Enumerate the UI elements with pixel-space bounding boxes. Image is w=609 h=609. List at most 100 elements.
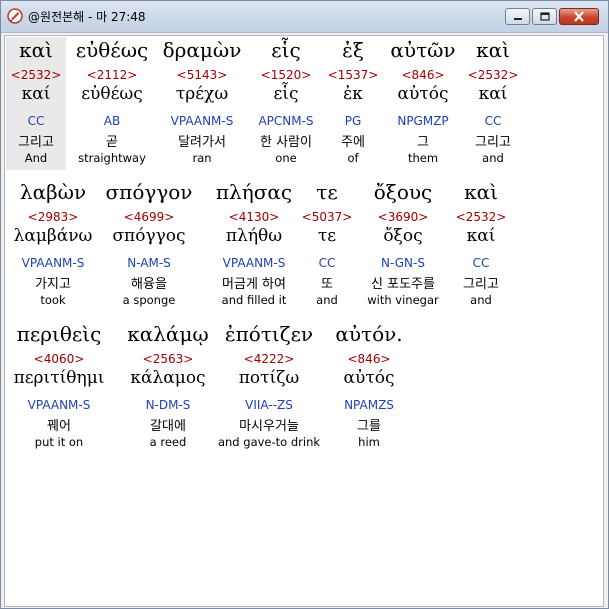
- korean-gloss: 해융을: [131, 277, 167, 292]
- korean-gloss: 꿰어: [47, 419, 71, 434]
- strong-number[interactable]: <4699>: [124, 210, 175, 224]
- morph-code: N-DM-S: [145, 398, 191, 412]
- strong-number[interactable]: <1520>: [261, 68, 312, 82]
- lemma-word: αὐτός: [397, 84, 449, 104]
- strong-number[interactable]: <2563>: [143, 352, 194, 366]
- lemma-word: πλήθω: [225, 226, 283, 246]
- korean-gloss: 머금게 하여: [222, 277, 286, 292]
- korean-gloss: 달려가서: [178, 135, 226, 150]
- korean-gloss: 그리고: [475, 135, 511, 150]
- morph-code: NPGMZP: [397, 114, 449, 128]
- lemma-word: ποτίζω: [238, 368, 300, 388]
- morph-code: AB: [103, 114, 121, 128]
- greek-word: δραμὼν: [162, 38, 242, 62]
- korean-gloss: 주에: [341, 135, 365, 150]
- korean-gloss: 그리고: [463, 277, 499, 292]
- minimize-icon: [513, 17, 522, 20]
- morph-code: CC: [318, 256, 336, 270]
- english-gloss: one: [275, 151, 297, 165]
- lemma-word: τρέχω: [175, 84, 229, 104]
- app-window: @원전본해 - 마 27:48 καὶ <2532> καί CC 그리고 And εὐθέ…: [0, 0, 609, 609]
- english-gloss: a sponge: [122, 293, 176, 307]
- strong-number[interactable]: <5037>: [302, 210, 353, 224]
- english-gloss: them: [407, 151, 439, 165]
- strong-number[interactable]: <2532>: [11, 68, 62, 82]
- strong-number[interactable]: <4130>: [229, 210, 280, 224]
- maximize-button[interactable]: [532, 8, 557, 25]
- lemma-word: εἷς: [273, 84, 299, 104]
- strong-number[interactable]: <846>: [347, 352, 390, 366]
- korean-gloss: 갈대에: [150, 419, 186, 434]
- korean-gloss: 또: [321, 277, 333, 292]
- strong-number[interactable]: <2532>: [468, 68, 519, 82]
- lemma-word: καί: [478, 84, 508, 104]
- maximize-icon: [539, 11, 550, 21]
- strong-number[interactable]: <2983>: [28, 210, 79, 224]
- korean-gloss: 곧: [106, 135, 118, 150]
- strong-number[interactable]: <4060>: [34, 352, 85, 366]
- english-gloss: and filled it: [221, 293, 287, 307]
- english-gloss: and gave-to drink: [217, 435, 321, 449]
- morph-code: VPAANM-S: [27, 398, 91, 412]
- morph-code: VIIA--ZS: [245, 398, 293, 412]
- strong-number[interactable]: <5143>: [177, 68, 228, 82]
- greek-word: τε: [316, 180, 338, 204]
- greek-word: σπόγγον: [105, 180, 193, 204]
- morph-code: CC: [472, 256, 490, 270]
- english-gloss: took: [40, 293, 66, 307]
- lemma-word: καί: [21, 84, 51, 104]
- english-gloss: And: [24, 151, 48, 165]
- korean-gloss: 한 사람이: [260, 135, 312, 150]
- morph-code: APCNM-S: [258, 114, 314, 128]
- morph-code: N-AM-S: [127, 256, 171, 270]
- greek-word: πλήσας: [215, 180, 293, 204]
- minimize-button[interactable]: [505, 8, 530, 25]
- morph-code: VPAANM-S: [222, 256, 286, 270]
- close-icon: [574, 11, 584, 22]
- english-gloss: him: [358, 435, 380, 449]
- verse-line: περιθεὶς <4060> περιτίθημι VPAANM-S 꿰어 put it…: [5, 320, 603, 460]
- strong-number[interactable]: <3690>: [378, 210, 429, 224]
- strong-number[interactable]: <2532>: [456, 210, 507, 224]
- morph-code: VPAANM-S: [21, 256, 85, 270]
- greek-word: ὄξους: [373, 180, 433, 204]
- morph-code: CC: [484, 114, 502, 128]
- english-gloss: of: [347, 151, 359, 165]
- greek-word: αὐτόν.: [335, 322, 403, 346]
- morph-code: VPAANM-S: [170, 114, 234, 128]
- korean-gloss: 그: [417, 135, 429, 150]
- lemma-word: κάλαμος: [130, 368, 206, 388]
- title-bar[interactable]: @원전본해 - 마 27:48: [1, 1, 608, 33]
- close-button[interactable]: [559, 8, 599, 25]
- morph-code: NPAMZS: [344, 398, 394, 412]
- greek-word: εἷς: [271, 38, 301, 62]
- strong-number[interactable]: <1537>: [328, 68, 379, 82]
- verse-line: καὶ <2532> καί CC 그리고 And εὐθέως <2112> εὐθέως AB…: [5, 36, 603, 176]
- greek-word: περιθεὶς: [16, 322, 102, 346]
- korean-gloss: 그리고: [18, 135, 54, 150]
- morph-code: N-GN-S: [381, 256, 425, 270]
- korean-gloss: 그를: [357, 419, 381, 434]
- greek-word: καὶ: [19, 38, 53, 62]
- verse-line: λαβὼν <2983> λαμβάνω VPAANM-S 가지고 took σπόγγον…: [5, 178, 603, 318]
- greek-word: καὶ: [464, 180, 498, 204]
- english-gloss: ran: [192, 151, 212, 165]
- lemma-word: αὐτός: [343, 368, 395, 388]
- english-gloss: put it on: [34, 435, 84, 449]
- strong-number[interactable]: <846>: [401, 68, 444, 82]
- lemma-word: σπόγγος: [112, 226, 186, 246]
- lemma-word: καί: [466, 226, 496, 246]
- greek-word: καὶ: [476, 38, 510, 62]
- strong-number[interactable]: <4222>: [244, 352, 295, 366]
- interlinear-view[interactable]: καὶ <2532> καί CC 그리고 And εὐθέως <2112> εὐθέως AB…: [4, 35, 604, 607]
- greek-word: ἐπότιζεν: [224, 322, 314, 346]
- strong-number[interactable]: <2112>: [87, 68, 138, 82]
- korean-gloss: 가지고: [35, 277, 71, 292]
- morph-code: CC: [27, 114, 45, 128]
- korean-gloss: 마시우거늘: [239, 419, 299, 434]
- greek-word: εὐθέως: [75, 38, 149, 62]
- english-gloss: a reed: [149, 435, 187, 449]
- greek-word: λαβὼν: [19, 180, 87, 204]
- english-gloss: and: [482, 151, 504, 165]
- window-title: @원전본해 - 마 27:48: [28, 10, 146, 24]
